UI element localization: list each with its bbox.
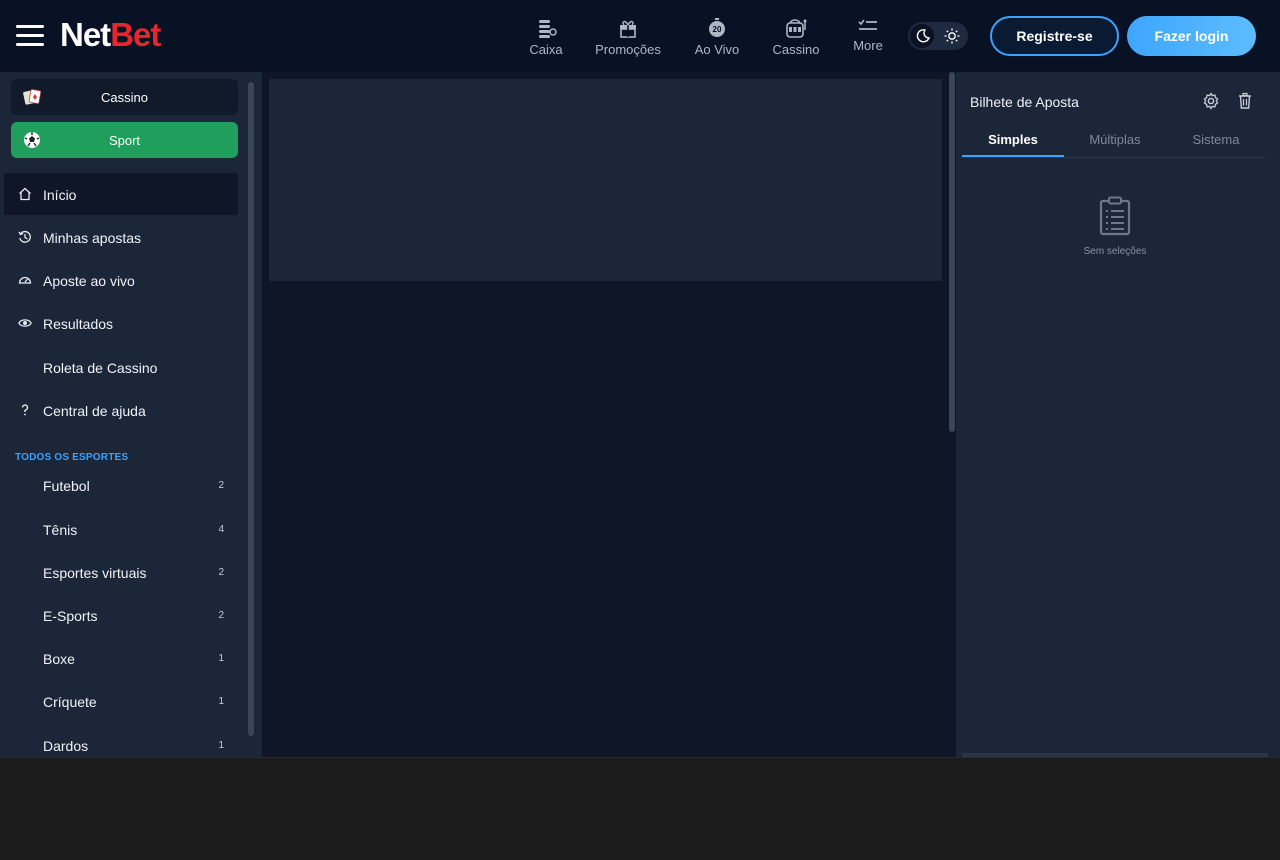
tab-sistema[interactable]: Sistema <box>1165 132 1267 147</box>
tabs-divider <box>962 157 1266 158</box>
sidebar-sport-criquete[interactable]: Críquete 1 <box>4 682 238 722</box>
netbet-logo[interactable]: NetBet <box>60 15 161 55</box>
tab-simples[interactable]: Simples <box>962 132 1064 147</box>
sidebar-scrollbar[interactable] <box>248 82 254 736</box>
sport-switch-button[interactable]: Sport <box>11 122 238 158</box>
bottom-blank-area <box>0 757 1280 860</box>
sport-switch-label: Sport <box>108 133 141 148</box>
sport-label: Futebol <box>43 478 90 494</box>
login-button[interactable]: Fazer login <box>1127 16 1256 56</box>
sport-label: Críquete <box>43 694 97 710</box>
sidebar-item-central-de-ajuda[interactable]: Central de ajuda <box>4 389 238 431</box>
register-button[interactable]: Registre-se <box>990 16 1119 56</box>
sidebar-item-label: Aposte ao vivo <box>43 273 135 289</box>
home-icon <box>19 187 31 201</box>
sidebar-sport-tenis[interactable]: Tênis 4 <box>4 510 238 550</box>
main-scrollbar[interactable] <box>949 72 955 432</box>
sidebar-sport-dardos[interactable]: Dardos 1 <box>4 726 238 757</box>
logo-bet: Bet <box>110 16 161 53</box>
nav-more-label: More <box>853 38 883 53</box>
betslip-title: Bilhete de Aposta <box>970 94 1079 110</box>
sidebar-item-inicio[interactable]: Início <box>4 173 238 215</box>
moon-icon <box>916 29 931 43</box>
sport-label: Esportes virtuais <box>43 565 147 581</box>
betslip-empty-text: Sem seleções <box>1083 246 1147 257</box>
nav-more[interactable]: More <box>850 18 886 62</box>
sidebar-item-label: Roleta de Cassino <box>43 360 158 376</box>
nav-caixa-label: Caixa <box>529 42 563 57</box>
sidebar-item-roleta-de-cassino[interactable]: Roleta de Cassino <box>4 346 238 388</box>
top-header: NetBet Caixa Promoções 20 Ao Vivo Cassin… <box>0 0 1280 72</box>
sport-label: Boxe <box>43 651 75 667</box>
slot-machine-icon <box>786 19 807 38</box>
trash-icon[interactable] <box>1236 92 1254 110</box>
nav-ao-vivo-label: Ao Vivo <box>694 42 740 57</box>
sport-count: 4 <box>218 524 224 535</box>
history-icon <box>18 230 31 243</box>
nav-cassino[interactable]: Cassino <box>772 18 820 62</box>
coins-stack-icon <box>539 20 557 38</box>
clipboard-icon <box>1099 196 1131 236</box>
sport-count: 1 <box>218 696 224 707</box>
sidebar-item-minhas-apostas[interactable]: Minhas apostas <box>4 216 238 258</box>
sidebar-item-label: Minhas apostas <box>43 230 142 246</box>
netbet-app: NetBet Caixa Promoções 20 Ao Vivo Cassin… <box>0 0 1280 757</box>
sidebar-item-label: Resultados <box>43 316 114 332</box>
sidebar-sport-esportes-virtuais[interactable]: Esportes virtuais 2 <box>4 553 238 593</box>
stopwatch-icon: 20 <box>709 18 725 37</box>
sun-icon <box>944 28 960 44</box>
sport-label: Tênis <box>43 522 78 538</box>
all-sports-heading: TODOS OS ESPORTES <box>15 452 129 463</box>
sidebar-sport-boxe[interactable]: Boxe 1 <box>4 639 238 679</box>
main-banner-placeholder <box>269 79 942 281</box>
sport-count: 1 <box>218 740 224 751</box>
gear-icon[interactable] <box>1202 92 1220 110</box>
sidebar-item-aposte-ao-vivo[interactable]: Aposte ao vivo <box>4 259 238 301</box>
nav-promocoes[interactable]: Promoções <box>594 18 662 62</box>
sidebar-item-resultados[interactable]: Resultados <box>4 302 238 344</box>
sidebar-sport-e-sports[interactable]: E-Sports 2 <box>4 596 238 636</box>
sport-count: 2 <box>218 610 224 621</box>
cassino-switch-label: Cassino <box>101 90 148 105</box>
help-icon <box>21 404 29 416</box>
nav-ao-vivo[interactable]: 20 Ao Vivo <box>694 18 740 62</box>
sport-label: Dardos <box>43 738 89 754</box>
sport-label: E-Sports <box>43 608 98 624</box>
nav-promocoes-label: Promoções <box>595 42 661 57</box>
left-sidebar: Cassino Sport Início Minhas apostas Apos… <box>0 72 262 757</box>
tab-multiplas[interactable]: Múltiplas <box>1064 132 1166 147</box>
nav-cassino-label: Cassino <box>772 42 820 57</box>
gift-icon <box>620 20 636 38</box>
sidebar-item-label: Início <box>43 187 77 203</box>
eye-icon <box>18 319 32 327</box>
nav-caixa[interactable]: Caixa <box>526 18 566 62</box>
more-list-icon <box>858 19 877 30</box>
sidebar-sport-futebol[interactable]: Futebol 2 <box>4 466 238 506</box>
betslip-panel: Bilhete de Aposta Simples Múltiplas Sist… <box>956 72 1280 757</box>
theme-toggle[interactable] <box>908 22 968 50</box>
speedometer-icon <box>18 276 32 284</box>
sport-count: 2 <box>218 480 224 491</box>
hamburger-menu-icon[interactable] <box>16 23 44 49</box>
cassino-switch-button[interactable]: Cassino <box>11 79 238 115</box>
sport-count: 2 <box>218 567 224 578</box>
active-tab-indicator <box>962 155 1064 157</box>
ao-vivo-badge: 20 <box>713 25 722 34</box>
logo-net: Net <box>60 16 111 53</box>
sport-count: 1 <box>218 653 224 664</box>
sidebar-item-label: Central de ajuda <box>43 403 146 419</box>
